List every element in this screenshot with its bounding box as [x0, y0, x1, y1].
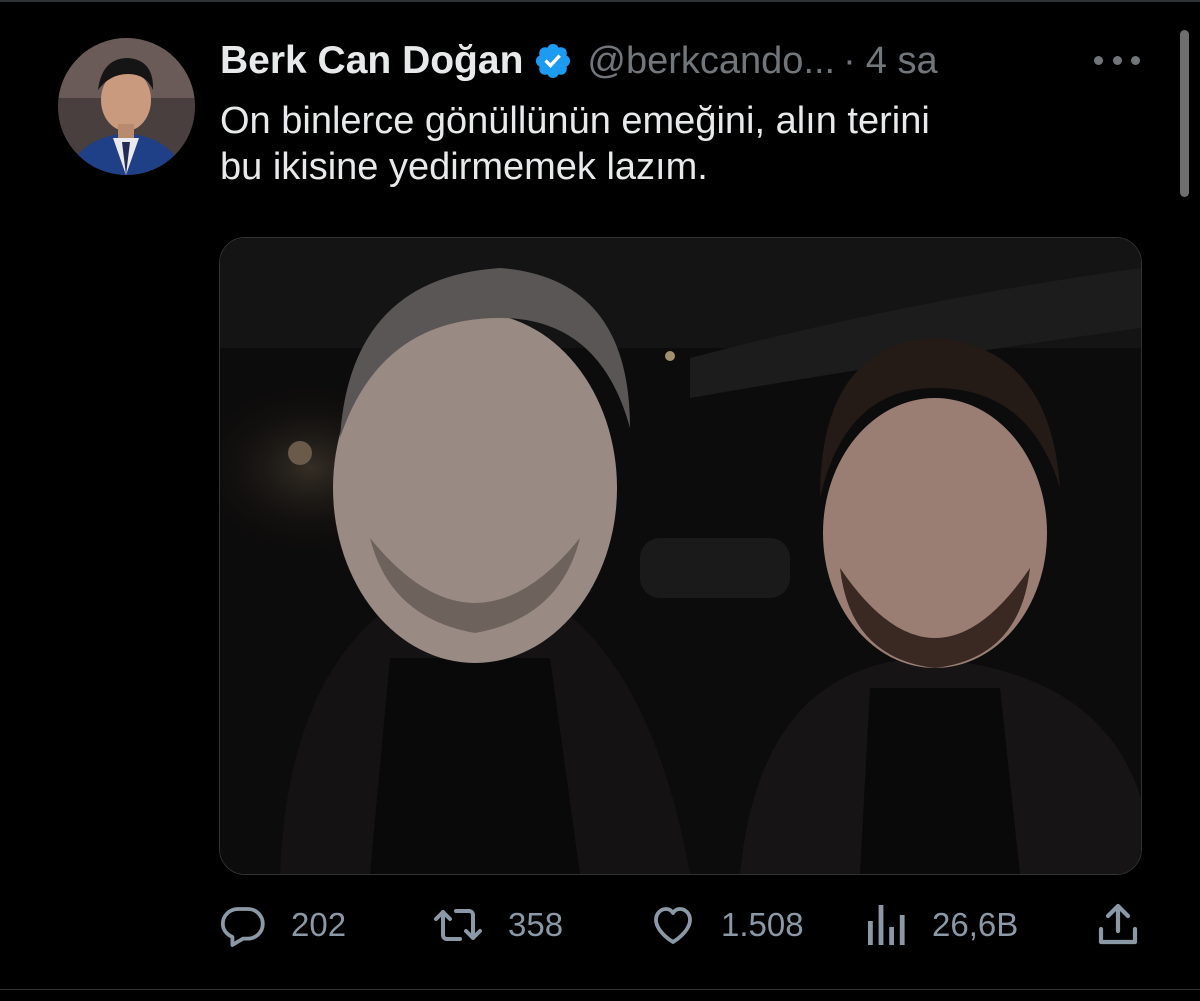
author-display-name[interactable]: Berk Can Doğan	[220, 39, 523, 83]
tweet-text: On binlerce gönüllünün emeğini, alın ter…	[220, 98, 1140, 190]
retweet-button[interactable]: 358	[432, 895, 563, 955]
reply-button[interactable]: 202	[219, 895, 346, 955]
like-button[interactable]: 1.508	[649, 895, 804, 955]
share-icon	[1098, 903, 1138, 945]
author-handle[interactable]: @berkcando...	[587, 40, 835, 83]
share-button[interactable]	[1096, 895, 1140, 955]
avatar-image	[58, 38, 195, 175]
like-count: 1.508	[721, 906, 804, 943]
more-dot	[1112, 55, 1122, 65]
photo-image	[220, 238, 1141, 874]
more-dots-icon[interactable]	[1094, 50, 1140, 70]
tweet-header: Berk Can Doğan @berkcando... · 4 sa	[220, 36, 938, 86]
verified-badge-icon	[533, 41, 573, 81]
views-count: 26,6B	[932, 906, 1019, 943]
reply-icon	[220, 907, 265, 947]
views-icon	[868, 905, 905, 945]
reply-count: 202	[291, 906, 347, 943]
views-button[interactable]: 26,6B	[864, 895, 1018, 955]
more-dot	[1094, 55, 1103, 65]
tweet-text-line: On binlerce gönüllünün emeğini, alın ter…	[220, 100, 930, 142]
tweet-text-line: bu ikisine yedirmemek lazım.	[220, 146, 708, 188]
scrollbar[interactable]	[1180, 30, 1189, 197]
bottom-divider	[0, 989, 1200, 990]
tweet-timestamp[interactable]: 4 sa	[866, 40, 938, 83]
avatar[interactable]	[58, 38, 195, 175]
retweet-count: 358	[508, 906, 564, 943]
tweet-actions-bar: 202 358 1.508 26,6B	[219, 895, 1140, 955]
tweet-media-photo[interactable]	[219, 237, 1142, 875]
top-divider	[0, 0, 1200, 2]
more-dot	[1131, 55, 1140, 65]
retweet-icon	[434, 909, 482, 941]
heart-icon	[654, 907, 692, 944]
separator-dot: ·	[843, 39, 856, 82]
